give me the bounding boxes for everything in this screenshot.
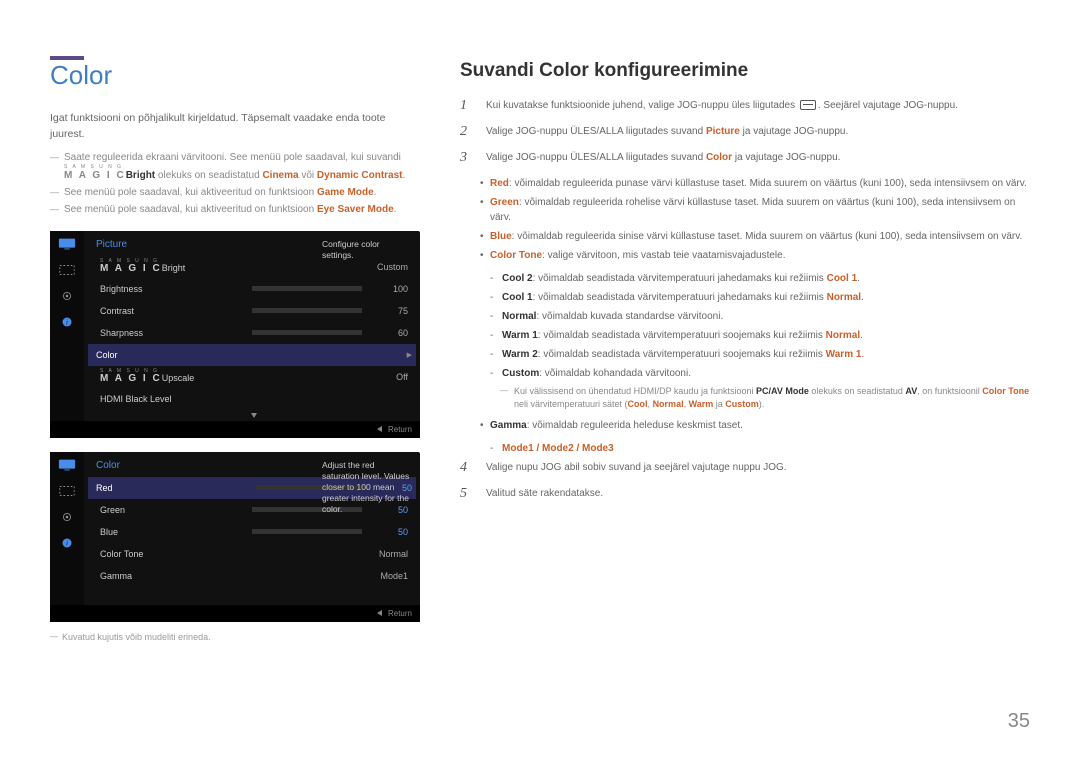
note-eyesaver: See menüü pole saadaval, kui aktiveeritu… (50, 203, 420, 217)
osd-color-hint: Adjust the red saturation level. Values … (322, 460, 412, 515)
chevron-right-icon: ▶ (407, 351, 412, 359)
note-bright: Saate reguleerida ekraani värvitooni. Se… (50, 151, 420, 183)
step-number: 4 (460, 460, 476, 476)
info-icon: i (58, 536, 76, 550)
return-label: Return (388, 609, 412, 618)
step-number: 3 (460, 150, 476, 166)
page-accent-bar (50, 56, 84, 60)
osd-row-colortone: Color ToneNormal (96, 543, 412, 565)
step-3: 3 Valige JOG-nuppu ÜLES/ALLA liigutades … (460, 150, 1030, 166)
dash-custom: Custom: võimaldab kohandada värvitooni. (480, 366, 1030, 381)
osd-row-hdmi: HDMI Black Level (96, 388, 412, 410)
hdmi-note: Kui välissisend on ühendatud HDMI/DP kau… (500, 385, 1030, 410)
frame-icon (58, 484, 76, 498)
bullet-blue: Blue: võimaldab reguleerida sinise värvi… (480, 229, 1030, 244)
step-4: 4 Valige nupu JOG abil sobiv suvand ja s… (460, 460, 1030, 476)
dash-cool1: Cool 1: võimaldab seadistada värvitemper… (480, 290, 1030, 305)
step-5: 5 Valitud säte rakendatakse. (460, 486, 1030, 502)
svg-text:i: i (66, 318, 68, 326)
dash-gammamodes: Mode1 / Mode2 / Mode3 (480, 441, 1030, 456)
gear-icon (58, 510, 76, 524)
svg-text:i: i (66, 539, 68, 547)
dash-warm2: Warm 2: võimaldab seadistada värvitemper… (480, 347, 1030, 362)
info-icon: i (58, 315, 76, 329)
osd-footer: Return (50, 421, 420, 438)
osd-row-upscale: S A M S U N GM A G I CUpscaleOff (96, 366, 412, 388)
osd-picture: i Picture S A M S U N GM A G I CBrightCu… (50, 231, 420, 438)
bullet-red: Red: võimaldab reguleerida punase värvi … (480, 176, 1030, 191)
chevron-down-icon (251, 413, 257, 418)
step-1: 1 Kui kuvatakse funktsioonide juhend, va… (460, 98, 1030, 114)
back-icon (377, 426, 382, 432)
return-label: Return (388, 425, 412, 434)
step-number: 2 (460, 124, 476, 140)
jog-icon (800, 100, 816, 110)
page-number: 35 (1008, 710, 1030, 733)
step-number: 5 (460, 486, 476, 502)
osd-sidebar: i (50, 231, 84, 421)
intro-text: Igat funktsiooni on põhjalikult kirjelda… (50, 111, 420, 143)
image-disclaimer: Kuvatud kujutis võib mudeliti erineda. (50, 632, 420, 642)
frame-icon (58, 263, 76, 277)
osd-row-brightness: Brightness100 (96, 278, 412, 300)
osd-picture-hint: Configure color settings. (322, 239, 412, 261)
back-icon (377, 610, 382, 616)
osd-row-contrast: Contrast75 (96, 300, 412, 322)
step-2: 2 Valige JOG-nuppu ÜLES/ALLA liigutades … (460, 124, 1030, 140)
osd-sidebar: i (50, 452, 84, 605)
right-heading: Suvandi Color konfigureerimine (460, 60, 1030, 82)
dash-cool2: Cool 2: võimaldab seadistada värvitemper… (480, 271, 1030, 286)
osd-color: i Color Red50 Green50 Blue50 Color ToneN… (50, 452, 420, 622)
osd-row-blue: Blue50 (96, 521, 412, 543)
bullet-gamma: Gamma: võimaldab reguleerida heleduse ke… (480, 418, 1030, 433)
osd-row-sharpness: Sharpness60 (96, 322, 412, 344)
left-heading: Color (50, 60, 420, 91)
step-number: 1 (460, 98, 476, 114)
bullet-colortone: Color Tone: valige värvitoon, mis vastab… (480, 248, 1030, 263)
osd-footer: Return (50, 605, 420, 622)
note-gamemode: See menüü pole saadaval, kui aktiveeritu… (50, 186, 420, 200)
monitor-icon (58, 458, 76, 472)
monitor-icon (58, 237, 76, 251)
osd-row-gamma: GammaMode1 (96, 565, 412, 587)
bullet-green: Green: võimaldab reguleerida rohelise vä… (480, 195, 1030, 225)
gear-icon (58, 289, 76, 303)
osd-row-color: Color▶ (88, 344, 416, 366)
dash-normal: Normal: võimaldab kuvada standardse värv… (480, 309, 1030, 324)
dash-warm1: Warm 1: võimaldab seadistada värvitemper… (480, 328, 1030, 343)
